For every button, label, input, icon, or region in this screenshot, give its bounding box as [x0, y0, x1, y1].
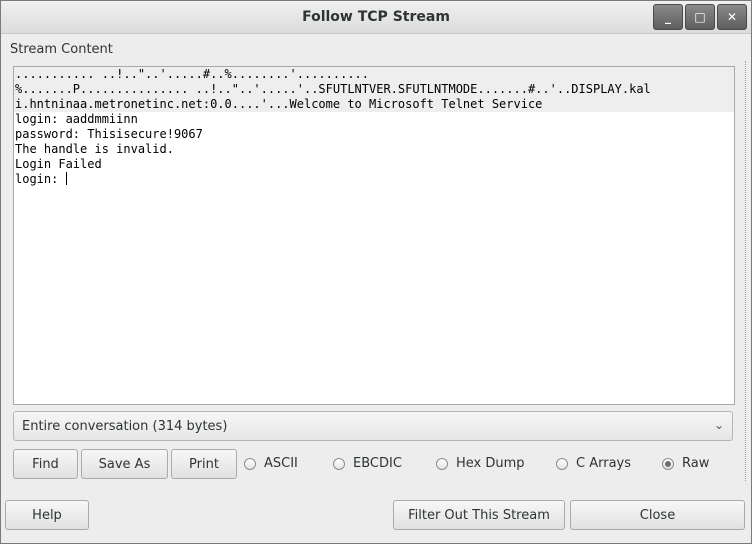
follow-tcp-stream-dialog: Follow TCP Stream _ □ ✕ Stream Content .… — [0, 0, 752, 544]
stream-line: ........... ..!.."..'.....#..%........'.… — [14, 67, 734, 82]
maximize-button[interactable]: □ — [685, 4, 715, 30]
stream-line: Login Failed — [15, 157, 102, 171]
text-cursor — [65, 172, 67, 185]
stream-line: i.hntninaa.metronetinc.net:0.0....'...We… — [14, 97, 734, 112]
chevron-down-icon: ⌄ — [713, 418, 724, 432]
stream-content-text[interactable]: ........... ..!.."..'.....#..%........'.… — [13, 66, 735, 405]
radio-ebcdic[interactable]: EBCDIC — [333, 456, 402, 471]
window-title: Follow TCP Stream — [302, 9, 450, 25]
stream-line: %.......P............... ..!.."..'.....'… — [14, 82, 734, 97]
stream-line: password: Thisisecure!9067 — [15, 127, 203, 141]
minimize-button[interactable]: _ — [653, 4, 683, 30]
radio-ascii-indicator — [244, 457, 256, 470]
print-button[interactable]: Print — [171, 449, 237, 479]
radio-ebcdic-indicator — [333, 457, 345, 470]
radio-raw-indicator — [662, 457, 674, 470]
radio-ascii[interactable]: ASCII — [244, 456, 298, 471]
stream-line: login: aaddmmiinn — [15, 112, 138, 126]
radio-ebcdic-label: EBCDIC — [353, 456, 402, 471]
radio-raw-label: Raw — [682, 456, 710, 471]
title-bar[interactable]: Follow TCP Stream _ □ ✕ — [1, 1, 751, 34]
radio-c-arrays[interactable]: C Arrays — [556, 456, 631, 471]
save-as-button[interactable]: Save As — [81, 449, 168, 479]
find-button[interactable]: Find — [13, 449, 78, 479]
radio-ascii-label: ASCII — [264, 456, 298, 471]
stream-line-last: login: — [14, 172, 734, 187]
radio-c-arrays-label: C Arrays — [576, 456, 631, 471]
stream-line-prompt: login: — [15, 172, 66, 186]
radio-raw[interactable]: Raw — [662, 456, 709, 471]
conversation-select[interactable]: Entire conversation (314 bytes) ⌄ — [13, 411, 733, 441]
radio-hex-dump-indicator — [436, 457, 448, 470]
radio-c-arrays-indicator — [556, 457, 568, 470]
stream-content-label: Stream Content — [10, 42, 113, 57]
close-window-button[interactable]: ✕ — [717, 4, 747, 30]
conversation-select-value: Entire conversation (314 bytes) — [22, 419, 228, 434]
window-controls: _ □ ✕ — [653, 4, 747, 30]
close-button[interactable]: Close — [570, 500, 745, 530]
radio-hex-dump[interactable]: Hex Dump — [436, 456, 525, 471]
window-edge-divider — [745, 61, 750, 481]
filter-out-stream-button[interactable]: Filter Out This Stream — [393, 500, 565, 530]
radio-hex-dump-label: Hex Dump — [456, 456, 525, 471]
stream-line: The handle is invalid. — [15, 142, 174, 156]
help-button[interactable]: Help — [5, 500, 89, 530]
